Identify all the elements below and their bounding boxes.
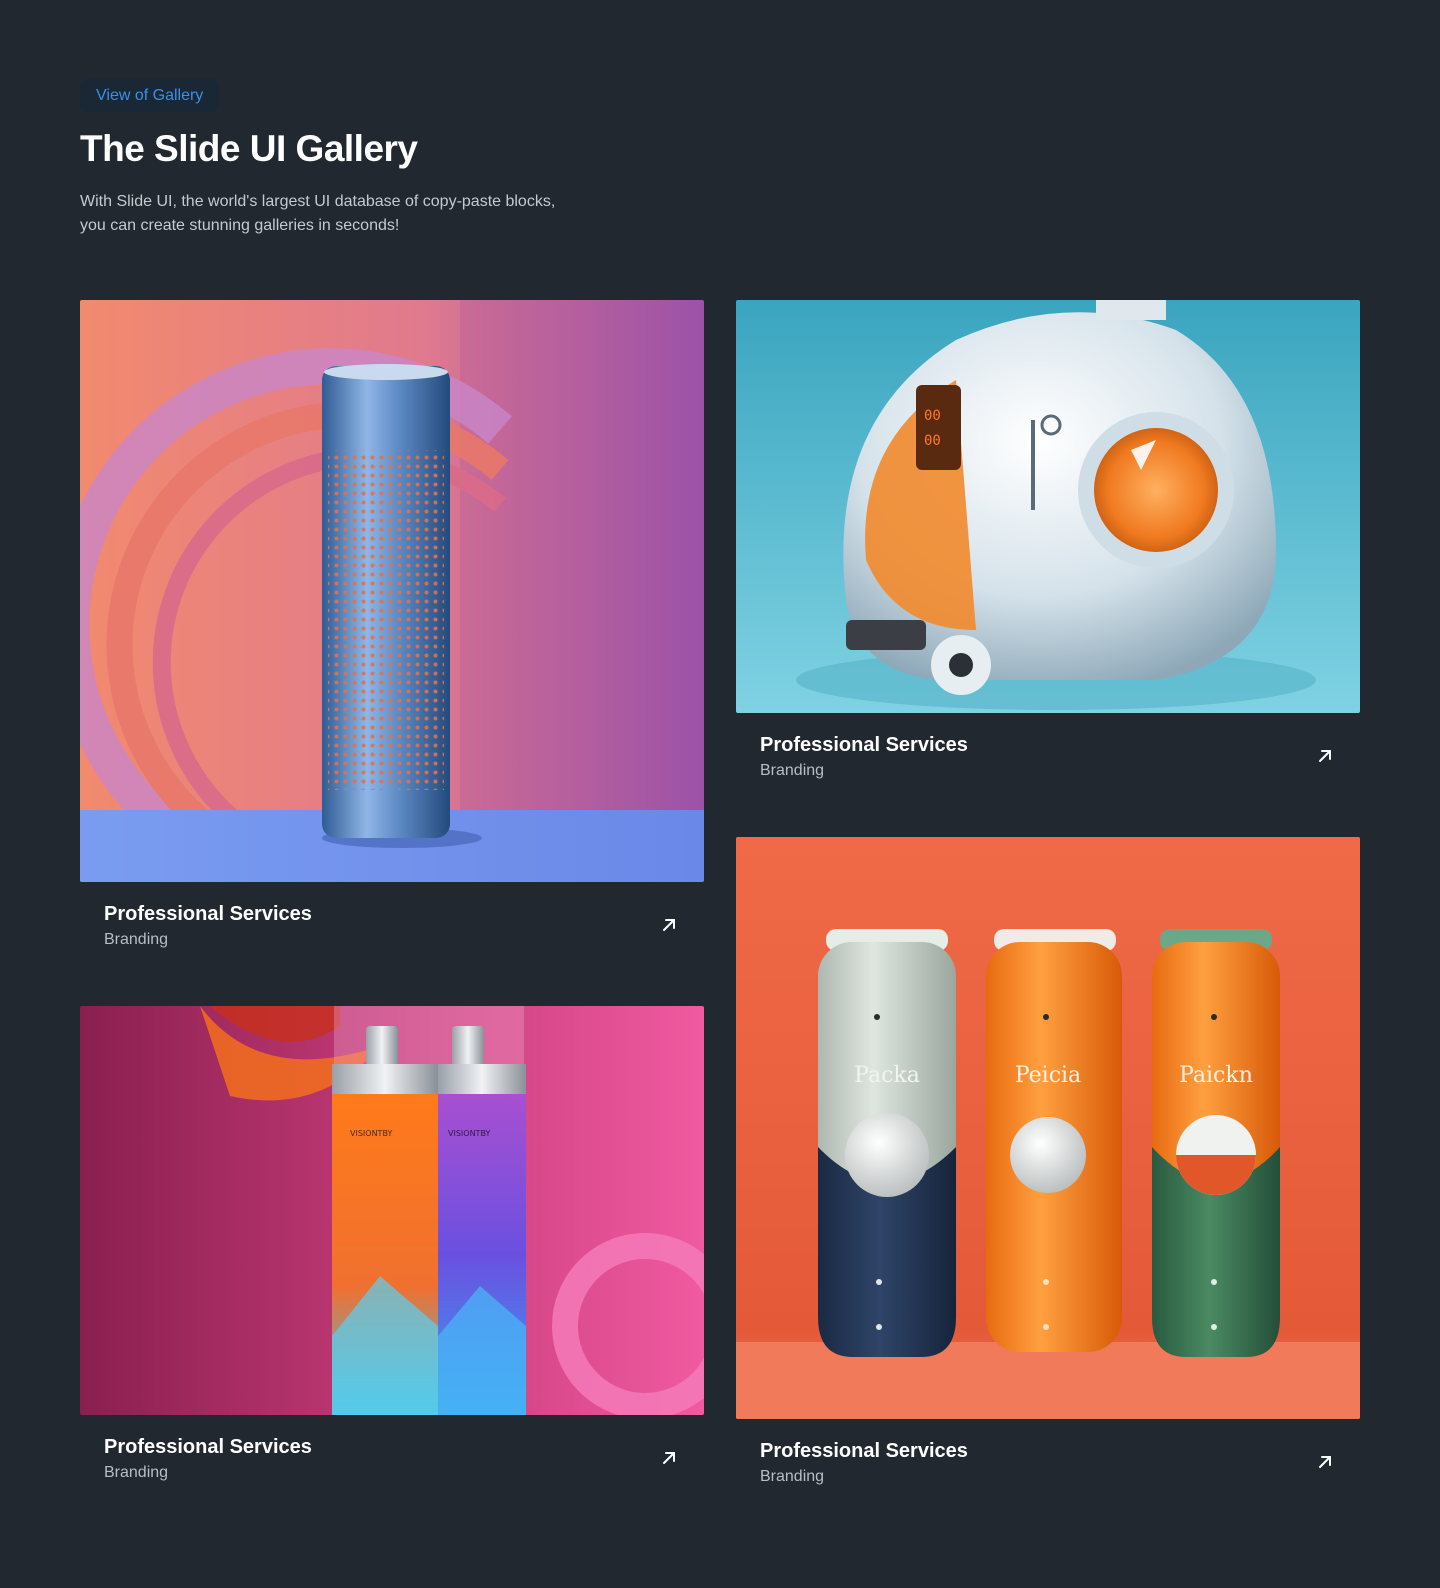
card-caption: Professional Services Branding [80, 882, 704, 978]
arrow-up-right-icon[interactable] [1316, 747, 1334, 765]
gallery-badge: View of Gallery [80, 79, 220, 112]
gallery-page: View of Gallery The Slide UI Gallery Wit… [0, 0, 1440, 1588]
card-image-spray-bottles[interactable]: VISIONTBY VISIONTBY [80, 1006, 704, 1415]
card-caption: Professional Services Branding [736, 713, 1360, 809]
gallery-card[interactable]: VISIONTBY VISIONTBY Professional Service… [80, 1006, 704, 1511]
bottle-label: Paickn [1179, 1063, 1253, 1088]
card-title: Professional Services [760, 734, 968, 756]
svg-text:VISIONTBY: VISIONTBY [350, 1129, 392, 1138]
svg-text:00: 00 [924, 408, 941, 424]
card-image-robot[interactable]: 00 00 [736, 300, 1360, 713]
bottle-label: Packa [854, 1063, 920, 1088]
gallery-card[interactable]: Professional Services Branding [80, 300, 704, 978]
page-subtitle: With Slide UI, the world's largest UI da… [80, 193, 556, 234]
card-image-packaging-bottles[interactable]: Packa Peicia Paickn [736, 837, 1360, 1419]
page-title: The Slide UI Gallery [80, 128, 418, 169]
card-category: Branding [104, 931, 169, 948]
gallery-card[interactable]: 00 00 Professional Services Branding [736, 300, 1360, 809]
gallery-card[interactable]: Packa Peicia Paickn Professional Service… [736, 837, 1360, 1515]
card-category: Branding [760, 762, 825, 779]
card-title: Professional Services [104, 1436, 312, 1458]
arrow-up-right-icon[interactable] [660, 1449, 678, 1467]
bottle-gray: Packa [818, 929, 956, 1357]
card-title: Professional Services [104, 903, 312, 925]
card-category: Branding [760, 1468, 825, 1485]
card-caption: Professional Services Branding [736, 1419, 1360, 1515]
card-category: Branding [104, 1464, 169, 1481]
svg-text:00: 00 [924, 433, 941, 449]
bottle-label: Peicia [1015, 1063, 1081, 1088]
bottle-green: Paickn [1152, 929, 1280, 1357]
arrow-up-right-icon[interactable] [660, 916, 678, 934]
gallery-header: View of Gallery The Slide UI Gallery Wit… [80, 79, 680, 238]
card-title: Professional Services [760, 1440, 968, 1462]
card-caption: Professional Services Branding [80, 1415, 704, 1511]
svg-text:VISIONTBY: VISIONTBY [448, 1129, 490, 1138]
arrow-up-right-icon[interactable] [1316, 1453, 1334, 1471]
card-image-speaker[interactable] [80, 300, 704, 882]
bottle-orange: Peicia [986, 929, 1122, 1352]
